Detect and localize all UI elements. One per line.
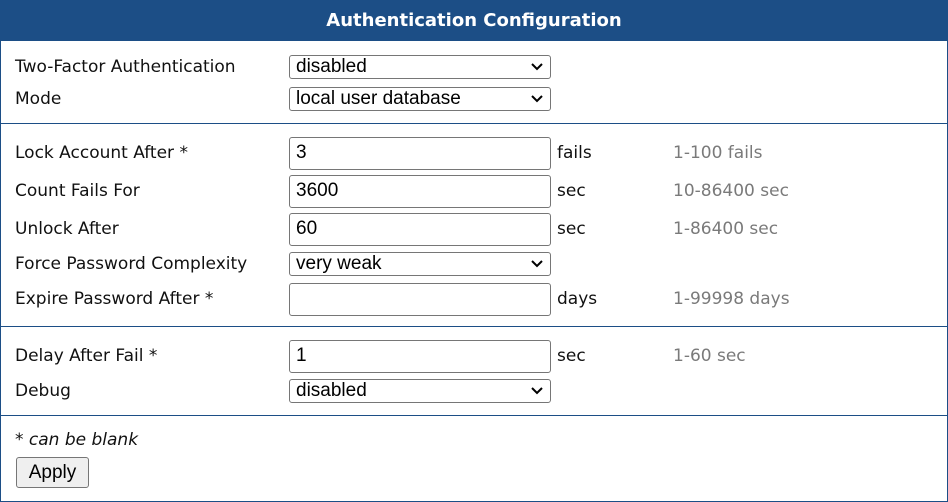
chevron-down-icon — [531, 387, 543, 395]
auth-config-panel: Authentication Configuration Two-Factor … — [0, 0, 948, 502]
lock-after-input[interactable]: 3 — [289, 137, 551, 170]
debug-select[interactable]: disabled — [289, 379, 551, 403]
chevron-down-icon — [531, 260, 543, 268]
complexity-label: Force Password Complexity — [15, 254, 248, 274]
count-fails-label: Count Fails For — [15, 181, 140, 201]
section-divider — [1, 326, 947, 327]
apply-button[interactable]: Apply — [16, 457, 89, 488]
delay-hint: 1-60 sec — [673, 346, 746, 366]
panel-title: Authentication Configuration — [1, 1, 947, 41]
count-fails-hint: 10-86400 sec — [673, 181, 789, 201]
two-factor-value: disabled — [296, 56, 367, 77]
expire-label: Expire Password After * — [15, 289, 214, 309]
chevron-down-icon — [531, 95, 543, 103]
debug-label: Debug — [15, 381, 71, 401]
expire-unit: days — [557, 289, 598, 309]
lock-after-unit: fails — [557, 143, 592, 163]
chevron-down-icon — [531, 63, 543, 71]
delay-unit: sec — [557, 346, 586, 366]
unlock-after-hint: 1-86400 sec — [673, 219, 779, 239]
complexity-value: very weak — [296, 253, 382, 274]
unlock-after-label: Unlock After — [15, 219, 119, 239]
delay-input[interactable]: 1 — [289, 340, 551, 373]
count-fails-unit: sec — [557, 181, 586, 201]
complexity-select[interactable]: very weak — [289, 252, 551, 276]
blank-note: * can be blank — [15, 430, 139, 450]
mode-value: local user database — [296, 88, 461, 109]
count-fails-input[interactable]: 3600 — [289, 175, 551, 208]
unlock-after-unit: sec — [557, 219, 586, 239]
section-divider — [1, 123, 947, 124]
expire-input[interactable] — [289, 283, 551, 316]
lock-after-label: Lock Account After * — [15, 143, 188, 163]
debug-value: disabled — [296, 380, 367, 401]
mode-label: Mode — [15, 89, 62, 109]
lock-after-hint: 1-100 fails — [673, 143, 763, 163]
mode-select[interactable]: local user database — [289, 87, 551, 111]
section-divider — [1, 415, 947, 416]
delay-label: Delay After Fail * — [15, 346, 158, 366]
two-factor-label: Two-Factor Authentication — [15, 57, 236, 77]
two-factor-select[interactable]: disabled — [289, 55, 551, 79]
unlock-after-input[interactable]: 60 — [289, 213, 551, 246]
expire-hint: 1-99998 days — [673, 289, 790, 309]
